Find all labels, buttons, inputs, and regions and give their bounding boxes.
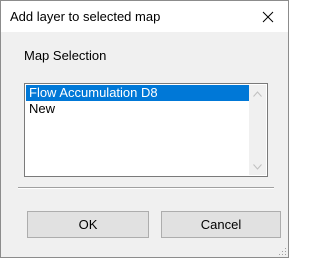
resize-grip-icon[interactable]	[277, 246, 287, 256]
cancel-button[interactable]: Cancel	[161, 211, 281, 238]
map-selection-label: Map Selection	[24, 48, 107, 63]
dialog-window: Add layer to selected map Map Selection …	[0, 0, 289, 258]
ok-button[interactable]: OK	[27, 211, 149, 238]
chevron-up-icon	[253, 90, 262, 97]
chevron-down-icon	[253, 163, 262, 170]
title-bar[interactable]: Add layer to selected map	[1, 1, 288, 32]
close-button[interactable]	[248, 1, 288, 32]
list-item-new[interactable]: New	[26, 101, 249, 117]
map-selection-listbox[interactable]: Flow Accumulation D8 New	[24, 83, 268, 177]
listbox-scrollbar[interactable]	[249, 85, 266, 175]
dialog-title: Add layer to selected map	[10, 9, 161, 24]
scroll-down-button[interactable]	[249, 158, 266, 175]
scroll-up-button[interactable]	[249, 85, 266, 102]
map-list-items: Flow Accumulation D8 New	[26, 85, 249, 175]
close-icon	[262, 11, 274, 22]
separator	[18, 187, 274, 189]
list-item-flow-accumulation-d8[interactable]: Flow Accumulation D8	[26, 85, 249, 101]
